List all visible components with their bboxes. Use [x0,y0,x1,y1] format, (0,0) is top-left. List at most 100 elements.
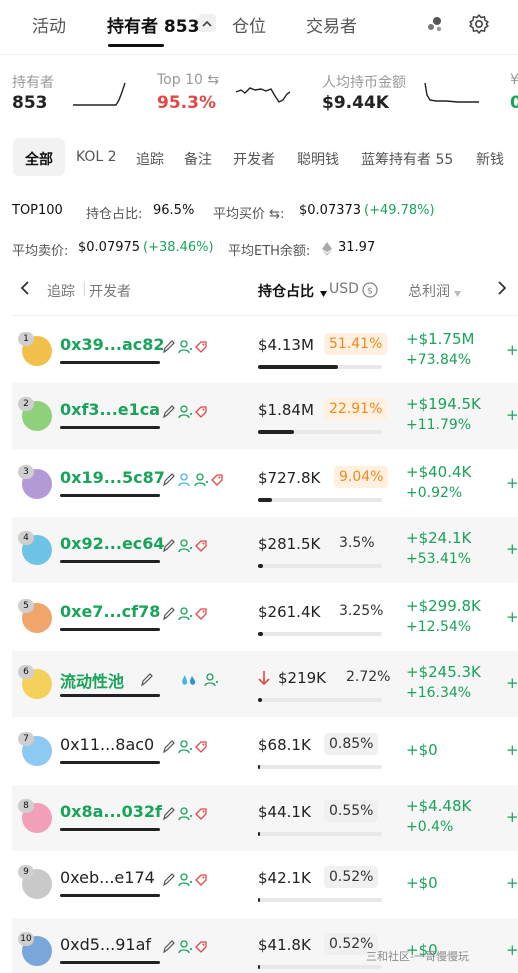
holding-usd: $727.8K [258,469,321,487]
holder-address[interactable]: 0xeb...e174 [60,868,155,887]
holder-address[interactable]: 0xd5...91af [60,935,151,954]
hold-ratio-value: 96.5% [153,203,195,218]
follow-user-icon[interactable] [178,606,193,622]
stat-extra-value: 0 [510,93,518,113]
filter-notes[interactable]: 备注 [184,149,212,169]
address-underline [60,628,160,631]
stats-strip: 持有者 853 Top 10 ⇆ 95.3% 人均持币金额 $9.44K ¥ 0 [0,68,518,118]
filter-tracking[interactable]: 追踪 [136,149,164,169]
sort-toggle-icon[interactable] [454,285,461,301]
address-underline [60,828,160,831]
follow-user-icon[interactable] [178,806,193,822]
address-underline [60,961,160,964]
holder-address[interactable]: 流动性池 [60,668,124,692]
table-row[interactable]: 6 流动性池 $219K 2.72% +$245.3K +16.34% + [12,651,518,717]
column-developer[interactable]: 开发者 [89,281,131,301]
total-profit: +$40.4K [406,463,472,481]
column-usd[interactable]: USD [329,281,359,297]
table-row[interactable]: 4 0x92...ec64 $281.5K 3.5% +$24.1K +53.41% + [12,517,518,583]
table-row[interactable]: 10 0xd5...91af $41.8K 0.52% +$0 + [12,918,518,973]
follow-user-icon[interactable] [178,739,193,755]
holding-usd: $42.1K [258,869,311,887]
tag-icon[interactable] [194,404,208,420]
tag-icon[interactable] [194,806,208,822]
tab-holders[interactable]: 持有者 853 [107,12,199,37]
follow-user-icon[interactable] [194,472,209,488]
tab-traders[interactable]: 交易者 [306,12,357,37]
follow-user-icon[interactable] [178,538,193,554]
tab-activity[interactable]: 活动 [32,12,66,37]
tag-icon[interactable] [194,872,208,888]
rank-badge: 7 [18,732,34,746]
follow-user-icon[interactable] [178,339,193,355]
edit-note-icon[interactable] [162,939,175,955]
filter-all[interactable]: 全部 [25,149,53,169]
holder-address[interactable]: 0x92...ec64 [60,534,165,553]
holding-bar [258,698,382,702]
holding-usd: $44.1K [258,803,311,821]
holding-bar-fill [258,632,264,636]
holder-address[interactable]: 0xe7...cf78 [60,602,160,621]
tag-icon[interactable] [194,538,208,554]
table-row[interactable]: 9 0xeb...e174 $42.1K 0.52% +$0 + [12,851,518,917]
water-drop-icon[interactable] [180,672,198,688]
follow-user-icon[interactable] [178,939,193,955]
follow-user-icon[interactable] [178,404,193,420]
table-row[interactable]: 3 0x19...5c87 $727.8K 9.04% +$40.4K +0.92% + [12,451,518,517]
scroll-right-icon[interactable] [497,281,507,299]
tag-icon[interactable] [194,339,208,355]
tag-icon[interactable] [194,939,208,955]
edit-note-icon[interactable] [162,404,175,420]
follow-user-icon[interactable] [178,872,193,888]
blue-user-icon[interactable] [178,472,193,488]
holding-percent: 51.41% [324,333,388,355]
holder-address[interactable]: 0x8a...032f [60,802,162,821]
stat-holders-value: 853 [12,93,48,113]
filter-new-wallet[interactable]: 新钱 [476,149,504,169]
filter-smart-money[interactable]: 聪明钱 [297,149,339,169]
total-profit: +$299.8K [406,597,481,615]
edit-note-icon[interactable] [162,872,175,888]
holding-usd: $68.1K [258,736,311,754]
table-row[interactable]: 1 0x39...ac82 $4.13M 51.41% +$1.75M +73.84% + [12,318,518,384]
edit-note-icon[interactable] [162,606,175,622]
chevron-up-icon[interactable] [198,14,216,32]
follow-user-icon[interactable] [204,672,219,688]
holder-address[interactable]: 0x11...8ac0 [60,735,154,754]
edit-note-icon[interactable] [162,806,175,822]
settings-gear-icon[interactable] [468,13,490,35]
rank-badge: 5 [18,599,34,613]
edit-note-icon[interactable] [162,339,175,355]
edit-note-icon[interactable] [140,672,153,688]
filter-bluechip[interactable]: 蓝筹持有者 55 [361,149,453,169]
bubble-map-icon[interactable] [424,13,446,35]
stat-top10-label[interactable]: Top 10 ⇆ [157,72,219,88]
table-row[interactable]: 5 0xe7...cf78 $261.4K 3.25% +$299.8K +12.54% + [12,585,518,651]
column-track[interactable]: 追踪 [47,281,75,301]
edit-note-icon[interactable] [162,538,175,554]
edit-note-icon[interactable] [162,472,175,488]
tag-icon[interactable] [194,739,208,755]
tag-icon[interactable] [210,472,224,488]
filter-kol[interactable]: KOL 2 [76,149,117,165]
table-row[interactable]: 7 0x11...8ac0 $68.1K 0.85% +$0 + [12,718,518,784]
table-row[interactable]: 8 0x8a...032f $44.1K 0.55% +$4.48K +0.4% + [12,785,518,851]
holder-address[interactable]: 0x39...ac82 [60,335,165,354]
table-row[interactable]: 2 0xf3...e1ca $1.84M 22.91% +$194.5K +11.79% + [12,383,518,449]
next-column-value: + [506,406,518,424]
tag-icon[interactable] [194,606,208,622]
holder-address[interactable]: 0x19...5c87 [60,468,165,487]
holder-address[interactable]: 0xf3...e1ca [60,400,160,419]
holding-bar-fill [258,898,260,902]
tab-positions[interactable]: 仓位 [232,12,266,37]
column-total-profit[interactable]: 总利润 [408,281,450,301]
avg-buy-label[interactable]: 平均买价 ⇆: [213,203,284,222]
holding-usd: $1.84M [258,401,314,419]
currency-toggle-icon[interactable]: $ [362,282,378,302]
column-holding-ratio[interactable]: 持仓占比 [258,281,314,301]
edit-note-icon[interactable] [162,739,175,755]
scroll-left-icon[interactable] [20,281,30,299]
sort-desc-icon[interactable] [320,285,327,301]
stat-avg-hold-label: 人均持币金额 [322,75,406,91]
filter-developer[interactable]: 开发者 [233,149,275,169]
